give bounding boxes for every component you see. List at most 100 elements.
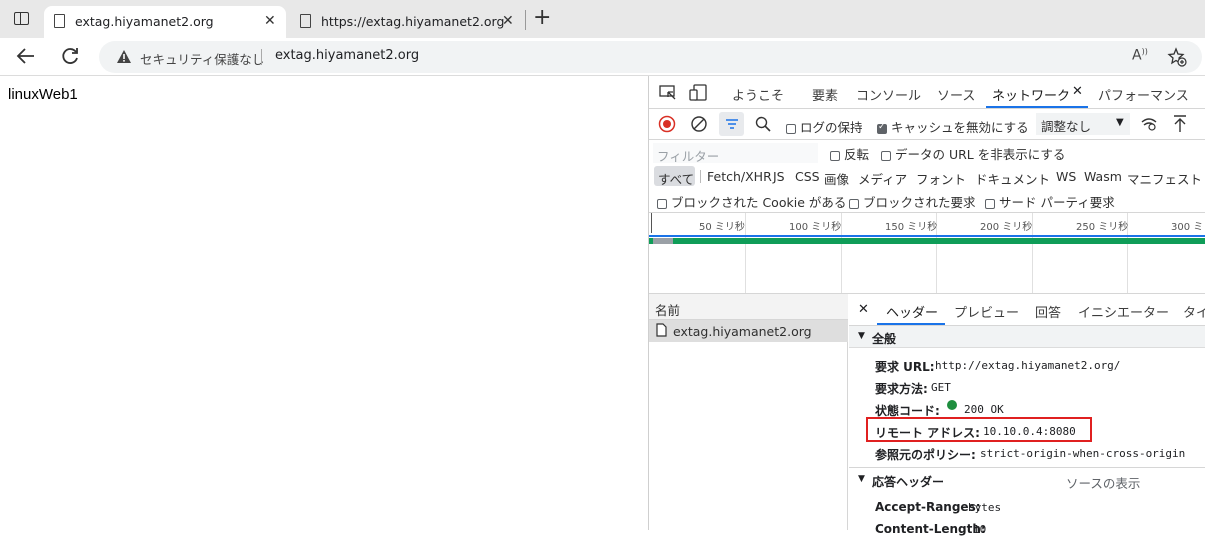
add-favorite-icon[interactable]	[1167, 47, 1187, 67]
blocked-cookies-label: ブロックされた Cookie がある	[670, 195, 847, 210]
referrer-policy-value: strict-origin-when-cross-origin	[980, 447, 1186, 460]
tab-welcome[interactable]: ようこそ	[732, 85, 784, 104]
type-filter-js[interactable]: JS	[773, 169, 785, 184]
view-source-link[interactable]: ソースの表示	[1066, 473, 1140, 492]
blocked-cookies-checkbox[interactable]	[657, 198, 667, 209]
tab-elements[interactable]: 要素	[812, 85, 838, 104]
type-filter-manifest[interactable]: マニフェスト	[1127, 169, 1202, 188]
close-details-icon[interactable]: ✕	[858, 302, 869, 317]
tab-headers[interactable]: ヘッダー	[886, 302, 938, 321]
type-filter-images[interactable]: 画像	[824, 169, 849, 188]
name-column-header: 名前	[655, 303, 681, 318]
type-filter-font[interactable]: フォント	[916, 169, 966, 188]
type-filter-wasm[interactable]: Wasm	[1084, 169, 1122, 184]
disable-cache-label: キャッシュを無効にする	[890, 120, 1029, 135]
page-icon	[54, 14, 65, 28]
warning-icon[interactable]	[116, 49, 132, 64]
timeline-tick: 150 ミリ秒	[885, 222, 938, 233]
requests-header[interactable]: 名前	[649, 294, 848, 320]
request-url-key: 要求 URL:	[875, 360, 935, 374]
invert-checkbox[interactable]	[830, 150, 840, 161]
page-icon	[300, 14, 311, 28]
general-section-header[interactable]: ▼ 全般	[849, 326, 1205, 348]
record-icon[interactable]	[658, 115, 676, 133]
address-bar[interactable]: セキュリティ保護なし extag.hiyamanet2.org A))	[99, 41, 1202, 73]
throttle-select[interactable]: 調整なし ▼	[1036, 113, 1130, 135]
timeline-tick: 300 ミ	[1171, 222, 1204, 233]
type-filter-all[interactable]: すべて	[654, 166, 695, 187]
third-party-checkbox[interactable]	[985, 198, 995, 209]
tab-response[interactable]: 回答	[1035, 302, 1061, 321]
search-icon[interactable]	[755, 116, 771, 132]
tab-strip: extag.hiyamanet2.org ✕ https://extag.hiy…	[0, 0, 1205, 38]
request-method-key: 要求方法:	[875, 382, 928, 396]
blocked-requests-option[interactable]: ブロックされた要求	[849, 192, 976, 211]
timeline-start-marker	[651, 213, 652, 233]
new-tab-button[interactable]: +	[533, 5, 551, 30]
type-filter-fetch-xhr[interactable]: Fetch/XHR	[707, 169, 772, 184]
third-party-option[interactable]: サード パーティ要求	[985, 192, 1115, 211]
request-url-value: http://extag.hiyamanet2.org/	[935, 359, 1121, 372]
inspect-icon[interactable]	[659, 85, 677, 101]
content-length-key: Content-Length:	[875, 522, 986, 536]
requests-list: 名前 extag.hiyamanet2.org	[649, 294, 848, 530]
import-har-icon[interactable]	[1173, 115, 1187, 133]
triangle-down-icon: ▼	[858, 474, 865, 484]
tab-actions-icon[interactable]	[14, 12, 29, 25]
close-tab-icon[interactable]: ✕	[502, 13, 514, 29]
tab-title: extag.hiyamanet2.org	[75, 14, 214, 29]
response-headers-section-header[interactable]: ▼ 応答ヘッダー ソースの表示	[849, 468, 1205, 492]
tab-performance[interactable]: パフォーマンス	[1098, 85, 1189, 104]
request-method-value: GET	[931, 381, 951, 394]
url-text[interactable]: extag.hiyamanet2.org	[275, 48, 419, 63]
tab-network[interactable]: ネットワーク	[992, 85, 1070, 104]
type-filter-ws[interactable]: WS	[1056, 169, 1076, 184]
tab-sources[interactable]: ソース	[937, 85, 975, 104]
hide-data-urls-option[interactable]: データの URL を非表示にする	[881, 144, 1065, 163]
tab-divider	[525, 10, 526, 30]
blocked-cookies-option[interactable]: ブロックされた Cookie がある	[657, 192, 846, 211]
blocked-requests-checkbox[interactable]	[849, 198, 859, 209]
general-title: 全般	[872, 332, 897, 346]
accept-ranges-value: bytes	[968, 501, 1002, 514]
tab-inactive[interactable]: https://extag.hiyamanet2.org ✕	[290, 6, 524, 38]
tab-title: https://extag.hiyamanet2.org	[321, 14, 505, 29]
network-conditions-icon[interactable]	[1140, 116, 1158, 132]
tab-preview[interactable]: プレビュー	[954, 302, 1019, 321]
preserve-log-checkbox[interactable]	[786, 123, 796, 134]
tab-active[interactable]: extag.hiyamanet2.org ✕	[44, 6, 286, 38]
clear-icon[interactable]	[690, 115, 708, 133]
divider	[649, 108, 1205, 109]
type-filter-label: すべて	[658, 172, 695, 187]
tab-timing[interactable]: タイ	[1183, 302, 1205, 321]
type-filter-doc[interactable]: ドキュメント	[975, 169, 1050, 188]
timeline-bar-blue	[649, 235, 1205, 237]
close-tab-icon[interactable]: ✕	[264, 13, 276, 29]
remote-address-value: 10.10.0.4:8080	[983, 425, 1076, 438]
invert-option[interactable]: 反転	[830, 144, 869, 163]
device-toolbar-icon[interactable]	[689, 84, 709, 102]
preserve-log-option[interactable]: ログの保持	[786, 117, 863, 136]
reload-icon[interactable]	[60, 46, 80, 66]
close-network-tab-icon[interactable]: ✕	[1072, 84, 1083, 99]
disable-cache-option[interactable]: キャッシュを無効にする	[877, 117, 1029, 136]
request-name: extag.hiyamanet2.org	[673, 324, 812, 339]
type-filter-media[interactable]: メディア	[858, 169, 907, 188]
type-filter-css[interactable]: CSS	[795, 169, 820, 184]
status-code-value: 200 OK	[964, 403, 1004, 416]
filter-input[interactable]: フィルター	[653, 143, 818, 164]
timeline-gridline	[745, 213, 746, 293]
back-icon[interactable]	[16, 47, 36, 65]
timeline-overview[interactable]: 50 ミリ秒 100 ミリ秒 150 ミリ秒 200 ミリ秒 250 ミリ秒 3…	[649, 213, 1205, 293]
tab-initiator[interactable]: イニシエーター	[1078, 302, 1169, 321]
timeline-tick: 100 ミリ秒	[789, 222, 842, 233]
disable-cache-checkbox[interactable]	[877, 122, 887, 134]
hide-data-urls-checkbox[interactable]	[881, 150, 891, 161]
throttle-value: 調整なし	[1041, 119, 1092, 134]
request-row[interactable]: extag.hiyamanet2.org	[649, 320, 848, 342]
tab-console[interactable]: コンソール	[856, 85, 921, 104]
third-party-label: サード パーティ要求	[998, 195, 1115, 210]
filter-toggle-button[interactable]	[719, 112, 744, 136]
security-label[interactable]: セキュリティ保護なし	[140, 49, 264, 68]
read-aloud-icon[interactable]: A))	[1132, 47, 1148, 64]
